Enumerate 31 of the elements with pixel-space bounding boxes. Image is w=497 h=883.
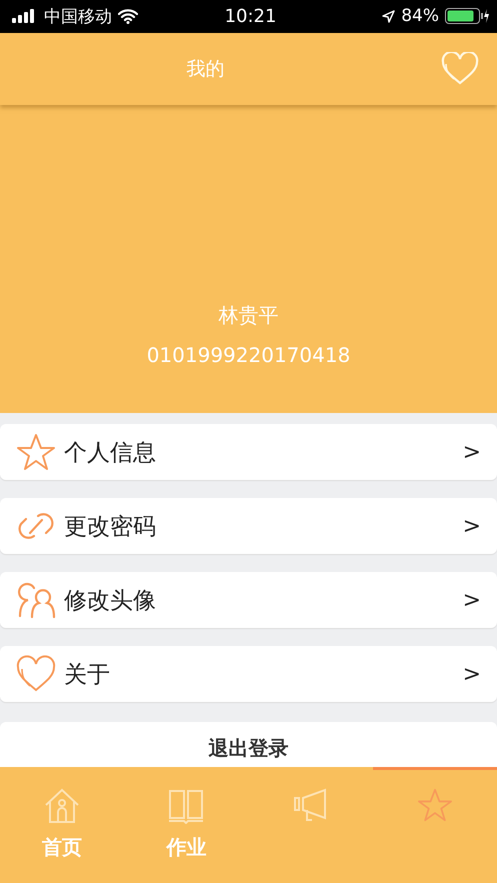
user-name: 林贵平 xyxy=(218,302,278,330)
tab-label: 首页 xyxy=(42,834,82,862)
menu-item[interactable]: 修改头像 > xyxy=(0,572,497,628)
menu-label: 更改密码 xyxy=(64,512,157,542)
menu-item[interactable]: 关于 > xyxy=(0,646,497,702)
battery-percent: 84% xyxy=(401,6,439,26)
page-title: 我的 xyxy=(186,56,224,82)
wifi-icon xyxy=(118,8,138,24)
clock-time: 10:21 xyxy=(224,6,276,27)
carrier-name: 中国移动 xyxy=(44,6,112,28)
menu-item[interactable]: 更改密码 > xyxy=(0,498,497,554)
menu-label: 修改头像 xyxy=(64,586,157,616)
user-id: 0101999220170418 xyxy=(146,343,350,368)
battery-icon xyxy=(445,8,489,24)
tab-label: 作业 xyxy=(166,834,206,862)
people-icon xyxy=(16,580,56,620)
heart-icon[interactable] xyxy=(441,52,479,86)
location-icon xyxy=(382,10,396,23)
home-icon xyxy=(44,788,80,824)
logout-button[interactable]: 退出登录 xyxy=(0,722,497,768)
star-icon xyxy=(416,788,453,822)
heart-icon xyxy=(16,655,56,694)
chevron-text: > xyxy=(462,588,481,613)
menu-label: 个人信息 xyxy=(64,438,157,468)
menu-label: 关于 xyxy=(64,660,111,690)
star-icon xyxy=(16,433,56,472)
book-icon xyxy=(168,788,204,824)
menu-item[interactable]: 个人信息 > xyxy=(0,424,497,480)
chevron-text: > xyxy=(462,662,481,687)
chevron-text: > xyxy=(462,440,481,465)
chevron-text: > xyxy=(462,514,481,539)
